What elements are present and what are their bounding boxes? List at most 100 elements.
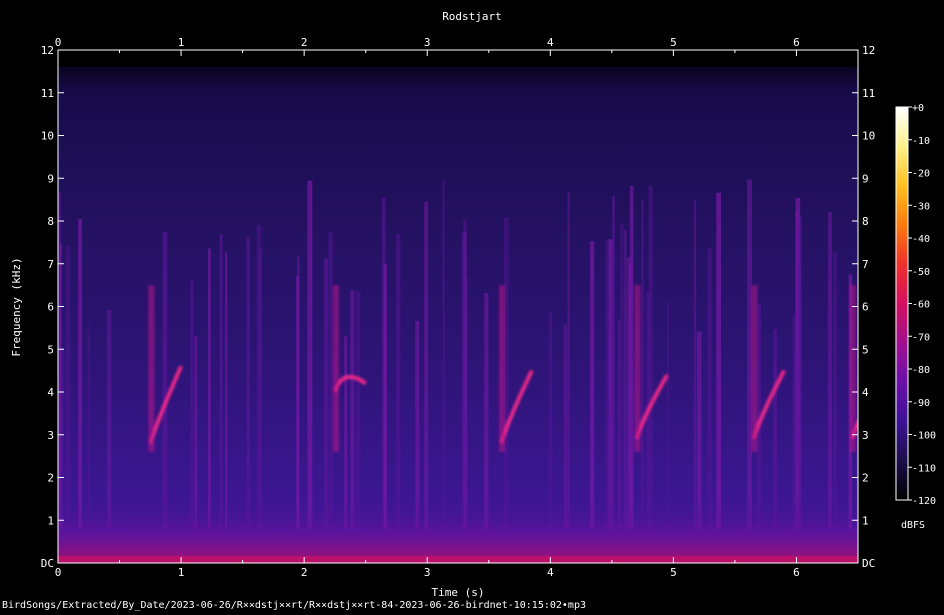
- noise-streak: [106, 309, 112, 529]
- y-tick-label-right: 7: [862, 258, 869, 271]
- colorbar-tick-label: -20: [912, 169, 930, 180]
- y-tick-label-right: 9: [862, 172, 869, 185]
- y-tick-label-left: 1: [47, 514, 54, 527]
- noise-streak: [208, 248, 211, 529]
- y-tick-label-left: 8: [47, 215, 54, 228]
- y-tick-label-left: 6: [47, 301, 54, 314]
- noise-streak: [624, 229, 627, 529]
- noise-streak: [641, 199, 644, 529]
- colorbar-tick-label: -10: [912, 136, 930, 147]
- y-tick-label-left: 7: [47, 258, 54, 271]
- noise-streak: [324, 258, 328, 529]
- colorbar-tick-label: -100: [912, 431, 936, 442]
- noise-streak: [442, 179, 445, 529]
- noise-streak: [484, 292, 489, 529]
- spectrogram-figure: Rodstjart 0123456 0123456 DC 1 2 3 4 5 6 7 8 9 10 1…: [0, 0, 944, 611]
- noise-streak: [162, 231, 168, 529]
- noise-streak: [396, 234, 401, 529]
- noise-streak: [246, 236, 250, 529]
- noise-streak: [307, 180, 313, 529]
- y-tick-label-left: 11: [41, 87, 54, 100]
- colorbar-ticks: +0 -10 -20 -30 -40 -50 -60 -70 -80 -90 -100 -110 -12…: [908, 103, 936, 507]
- x-tick-label-top: 4: [547, 36, 554, 49]
- noise-streak: [190, 279, 194, 529]
- y-tick-label-left: 3: [47, 429, 54, 442]
- y-tick-label-right: 10: [862, 130, 875, 143]
- y-axis-label: Frequency (kHz): [10, 257, 23, 356]
- call-harmonic: [751, 285, 758, 452]
- noise-streak: [463, 219, 467, 529]
- x-tick-label-top: 2: [301, 36, 308, 49]
- y-tick-label-left: 12: [41, 44, 54, 57]
- low-frequency-floor: [58, 500, 858, 563]
- colorbar-tick-label: -110: [912, 463, 936, 474]
- noise-streak: [225, 252, 228, 529]
- x-tick-label-top: 6: [793, 36, 800, 49]
- noise-streak: [328, 232, 334, 529]
- x-tick-label-top: 1: [178, 36, 185, 49]
- y-tick-label-right: 5: [862, 343, 869, 356]
- noise-streak: [87, 326, 90, 529]
- x-tick-label-top: 0: [55, 36, 62, 49]
- y-tick-label-left: 5: [47, 343, 54, 356]
- x-tick-label-bottom: 0: [55, 566, 62, 579]
- x-tick-label-bottom: 6: [793, 566, 800, 579]
- noise-streak: [666, 302, 669, 529]
- call-harmonic: [499, 285, 506, 452]
- x-tick-label-top: 3: [424, 36, 431, 49]
- y-tick-label-right: 11: [862, 87, 875, 100]
- noise-streak: [716, 192, 722, 529]
- noise-streak: [383, 264, 388, 529]
- y-tick-label-right: 1: [862, 514, 869, 527]
- noise-streak: [219, 233, 223, 529]
- noise-streak: [424, 201, 429, 529]
- dc-line: [58, 556, 858, 563]
- y-tick-label-right: DC: [862, 557, 875, 570]
- noise-streak: [648, 185, 653, 529]
- x-tick-label-top: 5: [670, 36, 677, 49]
- noise-streak: [617, 319, 621, 529]
- noise-streak: [590, 241, 595, 529]
- noise-streak: [797, 216, 802, 529]
- colorbar-label: dBFS: [901, 520, 925, 531]
- x-tick-label-bottom: 2: [301, 566, 308, 579]
- noise-streak: [415, 320, 420, 529]
- noise-band: [58, 67, 858, 563]
- noise-streak: [567, 191, 570, 529]
- noise-streak: [608, 308, 613, 529]
- noise-streak: [355, 291, 361, 529]
- y-tick-label-left: 10: [41, 130, 54, 143]
- y-tick-label-right: 6: [862, 301, 869, 314]
- y-tick-label-right: 4: [862, 386, 869, 399]
- noise-streak: [612, 195, 615, 529]
- call-harmonic: [849, 285, 856, 452]
- y-tick-label-left: DC: [41, 557, 54, 570]
- colorbar-tick-label: -90: [912, 398, 930, 409]
- noise-streak: [548, 310, 553, 529]
- y-tick-label-right: 12: [862, 44, 875, 57]
- noise-streak: [827, 212, 832, 529]
- x-tick-label-bottom: 1: [178, 566, 185, 579]
- colorbar-tick-label: -120: [912, 496, 936, 507]
- colorbar-tick-label: +0: [912, 103, 924, 114]
- colorbar-tick-label: -60: [912, 300, 930, 311]
- noise-streak: [773, 329, 777, 529]
- colorbar-tick-label: -40: [912, 234, 930, 245]
- noise-streak: [619, 223, 624, 529]
- colorbar-tick-label: -70: [912, 332, 930, 343]
- noise-streak: [256, 224, 262, 529]
- x-tick-label-bottom: 5: [670, 566, 677, 579]
- y-tick-label-left: 4: [47, 386, 54, 399]
- spectrogram-chart: Rodstjart 0123456 0123456 DC123456789101…: [2, 10, 936, 611]
- y-tick-label-right: 3: [862, 429, 869, 442]
- call-harmonic: [634, 285, 641, 452]
- noise-streak: [696, 331, 702, 529]
- noise-streak: [832, 252, 838, 529]
- colorbar: [895, 106, 909, 501]
- y-tick-label-left: 2: [47, 472, 54, 485]
- y-tick-label-right: 8: [862, 215, 869, 228]
- noise-streak: [344, 335, 348, 529]
- noise-streak: [629, 185, 634, 529]
- noise-streak: [297, 256, 300, 529]
- y-tick-label-left: 9: [47, 172, 54, 185]
